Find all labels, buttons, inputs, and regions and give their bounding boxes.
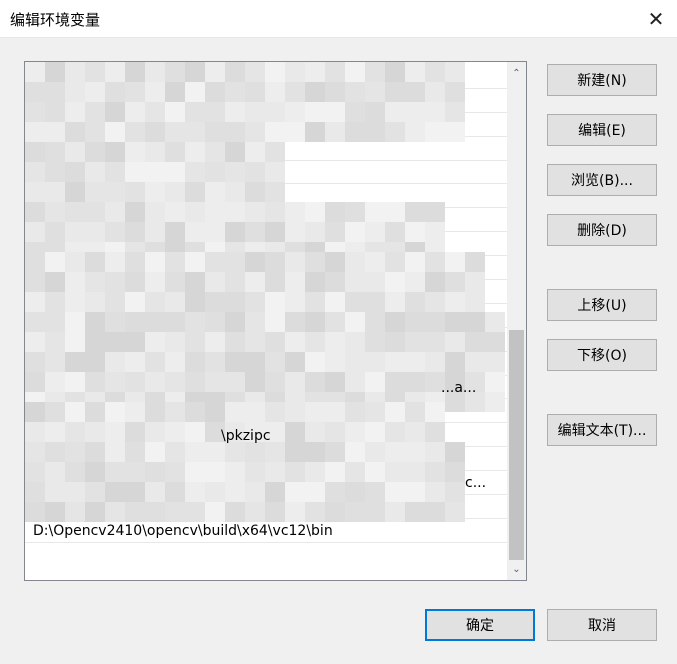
title-divider <box>0 37 677 38</box>
list-item[interactable] <box>25 113 507 137</box>
list-item[interactable] <box>25 137 507 161</box>
ok-button[interactable]: 确定 <box>425 609 535 641</box>
edit-button[interactable]: 编辑(E) <box>547 114 657 146</box>
scroll-thumb[interactable] <box>509 330 524 560</box>
list-item[interactable] <box>25 161 507 185</box>
list-item[interactable] <box>25 328 507 352</box>
list-rows: %S C C D:\Opencv2410\opencv\build\x86\vc12\… <box>25 65 507 543</box>
list-item[interactable] <box>25 89 507 113</box>
browse-button[interactable]: 浏览(B)... <box>547 164 657 196</box>
new-button[interactable]: 新建(N) <box>547 64 657 96</box>
list-item[interactable] <box>25 447 507 472</box>
partial-path-text: \pkzipc <box>221 427 271 444</box>
list-item[interactable]: C <box>25 280 507 304</box>
list-item[interactable]: %S <box>25 256 507 281</box>
list-item[interactable] <box>25 232 507 257</box>
scroll-up-icon[interactable]: ⌃ <box>507 64 526 82</box>
list-item[interactable] <box>25 471 507 496</box>
delete-button[interactable]: 删除(D) <box>547 214 657 246</box>
move-up-button[interactable]: 上移(U) <box>547 289 657 321</box>
edit-text-button[interactable]: 编辑文本(T)... <box>547 414 657 446</box>
title-bar: 编辑环境变量 ✕ <box>0 0 677 38</box>
list-item[interactable]: D:\Opencv2410\opencv\build\x86\vc12\bin <box>25 495 507 519</box>
move-down-button[interactable]: 下移(O) <box>547 339 657 371</box>
window-title: 编辑环境变量 <box>10 11 101 29</box>
env-path-list[interactable]: %S C C D:\Opencv2410\opencv\build\x86\vc12\… <box>24 61 527 581</box>
cancel-button[interactable]: 取消 <box>547 609 657 641</box>
list-item[interactable] <box>25 65 507 89</box>
close-icon[interactable]: ✕ <box>643 6 669 32</box>
partial-path-text: c... <box>465 475 487 492</box>
list-item[interactable]: D:\Opencv2410\opencv\build\x64\vc12\bin <box>25 519 507 543</box>
list-item[interactable] <box>25 376 507 400</box>
list-item[interactable] <box>25 399 507 424</box>
list-item[interactable]: C <box>25 304 507 328</box>
list-item[interactable] <box>25 184 507 209</box>
partial-path-text: ...a... <box>441 379 477 396</box>
scroll-down-icon[interactable]: ⌄ <box>507 560 526 578</box>
vertical-scrollbar[interactable]: ⌃ ⌄ <box>507 62 526 580</box>
list-item[interactable] <box>25 352 507 376</box>
list-item[interactable] <box>25 208 507 233</box>
